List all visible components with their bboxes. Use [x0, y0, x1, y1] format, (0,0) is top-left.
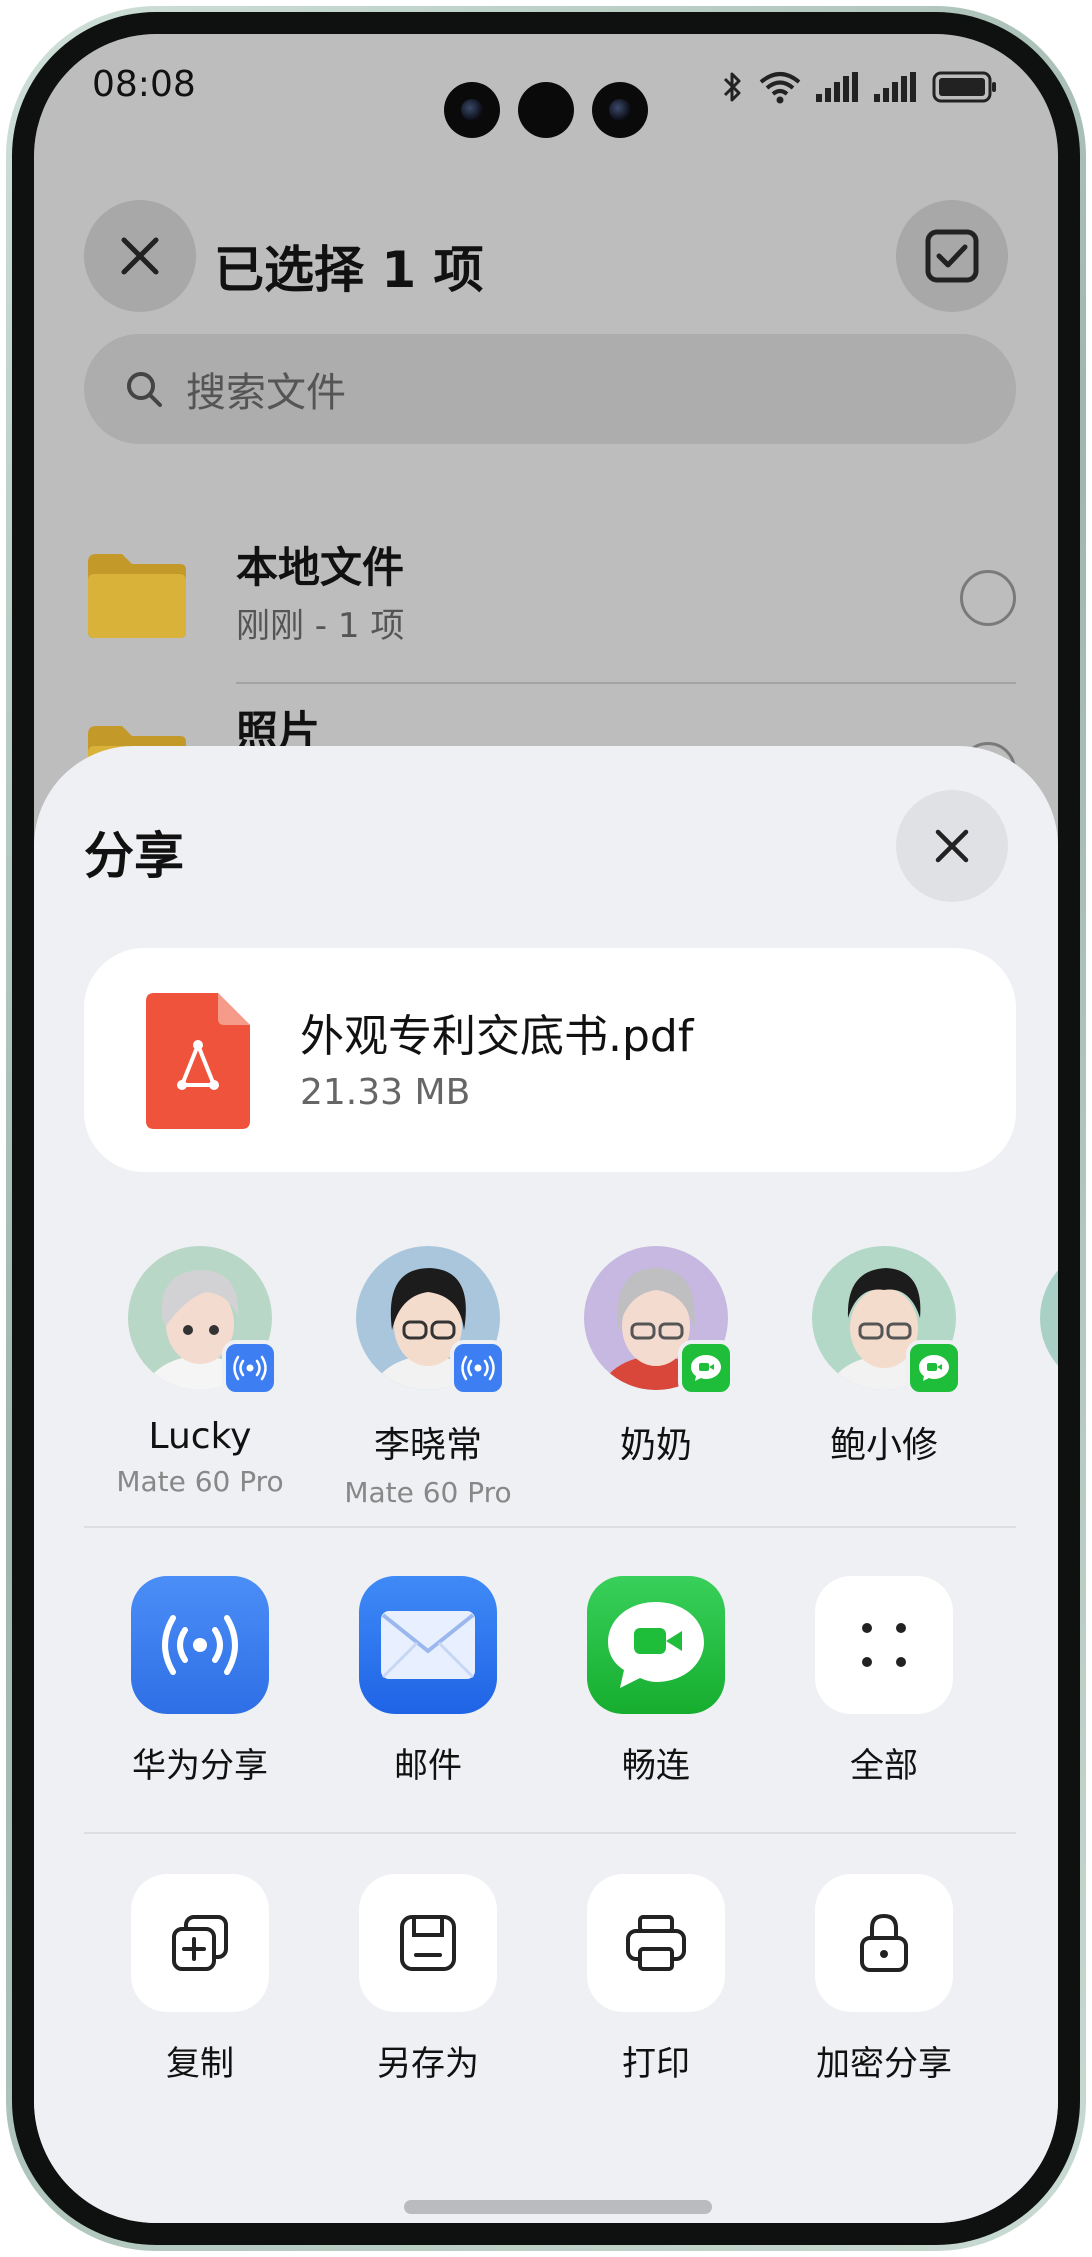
select-radio[interactable] [960, 570, 1016, 626]
meetime-icon [906, 1340, 962, 1396]
meetime-icon [587, 1576, 725, 1714]
search-bar[interactable]: 搜索文件 [84, 334, 1016, 444]
huawei-share-icon [131, 1576, 269, 1714]
signal-icon [816, 72, 858, 102]
selection-header: 已选择 1 项 [34, 174, 1058, 312]
contact-name: 奶奶 [619, 1425, 692, 1466]
phone-bezel: 08:08 已选择 1 项 搜索文件 本地文件 刚刚 - 1 项 照片 分享 外… [12, 12, 1080, 2245]
app-label: 畅连 [622, 1746, 690, 1786]
signal-icon [874, 72, 916, 102]
action-encrypted-share[interactable]: 加密分享 [784, 1874, 984, 2085]
page-title: 已选择 1 项 [214, 241, 484, 299]
app-mail[interactable]: 邮件 [328, 1576, 528, 1787]
contact-name: Lucky [148, 1416, 252, 1457]
contact-partial[interactable]: 阳 [1012, 1246, 1058, 1468]
close-icon [121, 237, 159, 275]
contact-bao-xiaoxiu[interactable]: 鲍小修 [784, 1246, 984, 1468]
app-label: 全部 [850, 1746, 918, 1786]
action-label: 加密分享 [816, 2044, 952, 2084]
avatar [812, 1246, 962, 1396]
share-sheet-title: 分享 [84, 827, 184, 885]
row-divider [236, 682, 1016, 684]
file-preview-card: 外观专利交底书.pdf 21.33 MB [84, 948, 1016, 1172]
app-huawei-share[interactable]: 华为分享 [100, 1576, 300, 1787]
avatar [128, 1246, 278, 1396]
wifi-icon [759, 72, 801, 104]
search-placeholder: 搜索文件 [186, 370, 346, 416]
select-all-button[interactable] [896, 200, 1008, 312]
checkbox-checked-icon [925, 229, 979, 283]
app-label: 邮件 [394, 1746, 462, 1786]
screen: 08:08 已选择 1 项 搜索文件 本地文件 刚刚 - 1 项 照片 分享 外… [34, 34, 1058, 2223]
print-icon [587, 1874, 725, 2012]
huawei-share-icon [222, 1340, 278, 1396]
file-row[interactable]: 本地文件 刚刚 - 1 项 [84, 534, 1016, 684]
file-row-title: 本地文件 [236, 543, 405, 592]
file-size: 21.33 MB [300, 1072, 471, 1113]
action-print[interactable]: 打印 [556, 1874, 756, 2085]
action-save-as[interactable]: 另存为 [328, 1874, 528, 2085]
huawei-share-icon [450, 1340, 506, 1396]
close-share-button[interactable] [896, 790, 1008, 902]
camera-icon [592, 82, 648, 138]
status-bar: 08:08 [34, 34, 1058, 154]
contact-lucky[interactable]: Lucky Mate 60 Pro [100, 1246, 300, 1498]
app-label: 华为分享 [132, 1746, 268, 1786]
file-name: 外观专利交底书.pdf [300, 1011, 694, 1062]
contact-nainai[interactable]: 奶奶 [556, 1246, 756, 1468]
contact-name: 阳 [1012, 1416, 1058, 1468]
bluetooth-icon [723, 72, 741, 102]
share-sheet: 分享 外观专利交底书.pdf 21.33 MB Lucky Mate 60 Pr… [34, 746, 1058, 2223]
contact-name: 李晓常 [373, 1425, 482, 1466]
contacts-row: Lucky Mate 60 Pro 李晓常 Mate 60 Pro 奶奶 鲍小修 [34, 1246, 1058, 1509]
close-icon [935, 829, 969, 863]
pdf-file-icon [146, 993, 250, 1129]
mail-icon [359, 1576, 497, 1714]
home-indicator[interactable] [404, 2200, 712, 2214]
camera-cutout [444, 82, 648, 138]
section-divider [84, 1526, 1016, 1528]
avatar [356, 1246, 506, 1396]
section-divider [84, 1832, 1016, 1834]
close-selection-button[interactable] [84, 200, 196, 312]
folder-icon [88, 554, 186, 638]
lock-icon [815, 1874, 953, 2012]
copy-icon [131, 1874, 269, 2012]
action-label: 另存为 [377, 2044, 479, 2084]
share-actions-row: 复制 另存为 打印 加密分享 [34, 1874, 1058, 2114]
action-label: 打印 [622, 2044, 690, 2084]
camera-icon [444, 82, 500, 138]
battery-icon [932, 71, 996, 103]
avatar [584, 1246, 734, 1396]
search-icon [127, 372, 162, 407]
more-apps-icon [815, 1576, 953, 1714]
status-icons [722, 70, 998, 104]
action-label: 复制 [166, 2044, 234, 2084]
action-copy[interactable]: 复制 [100, 1874, 300, 2085]
contact-name: 鲍小修 [829, 1425, 938, 1466]
app-all[interactable]: 全部 [784, 1576, 984, 1787]
share-apps-row: 华为分享 邮件 畅连 全部 [34, 1576, 1058, 1816]
avatar [1040, 1246, 1058, 1390]
file-row-subtitle: 刚刚 - 1 项 [236, 606, 405, 646]
meetime-icon [678, 1340, 734, 1396]
contact-device: Mate 60 Pro [344, 1476, 512, 1509]
contact-li-xiaochang[interactable]: 李晓常 Mate 60 Pro [328, 1246, 528, 1509]
sensor-icon [518, 82, 574, 138]
phone-frame: 08:08 已选择 1 项 搜索文件 本地文件 刚刚 - 1 项 照片 分享 外… [6, 6, 1086, 2251]
contact-device: Mate 60 Pro [116, 1465, 284, 1498]
status-time: 08:08 [92, 64, 196, 105]
app-meetime[interactable]: 畅连 [556, 1576, 756, 1787]
save-as-icon [359, 1874, 497, 2012]
